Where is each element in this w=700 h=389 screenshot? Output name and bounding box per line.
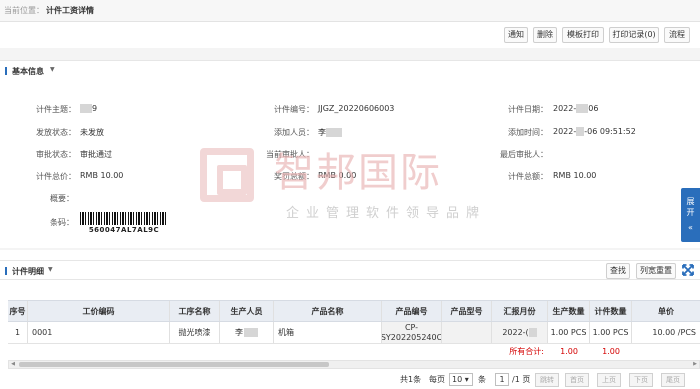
chevron-down-icon[interactable]: ▼: [50, 66, 55, 73]
table-header: 序号 工价编码 工序名称 生产人员 产品名称 产品编号 产品型号 汇报月份 生产…: [8, 300, 700, 322]
page-size-select[interactable]: 10 ▾: [449, 373, 473, 386]
table-summary-row: 所有合计: 1.00 1.00: [8, 344, 700, 358]
per-page-label: 每页: [429, 375, 445, 384]
page-total: /1 页: [512, 375, 531, 384]
breadcrumb-prefix: 当前位置：: [4, 6, 44, 15]
redacted-mask: [576, 104, 589, 113]
reset-column-width-button[interactable]: 列宽重置: [636, 263, 676, 279]
cell-product-no: CP- SY202205240C: [382, 322, 442, 343]
barcode-bars: [80, 212, 168, 225]
total-price-value: RMB 10.00: [80, 171, 124, 180]
expand-arrows-icon[interactable]: [681, 263, 695, 277]
redacted-mask: [326, 128, 342, 137]
total-price-label: 计件总价：: [36, 172, 76, 181]
detail-title: 计件明细: [12, 267, 44, 276]
barcode: 560047AL7AL9C: [80, 212, 168, 234]
col-process[interactable]: 工序名称: [170, 301, 220, 321]
first-page-button[interactable]: 首页: [565, 373, 589, 387]
col-worker[interactable]: 生产人员: [220, 301, 274, 321]
page-number-input[interactable]: 1: [495, 373, 509, 386]
number-value: JJGZ_20220606003: [318, 104, 395, 113]
total-count: 共1条: [400, 375, 422, 384]
cell-prod-qty: 1.00 PCS: [548, 322, 590, 343]
breadcrumb: 当前位置： 计件工资详情: [4, 5, 94, 16]
double-chevron-left-icon: «: [688, 223, 693, 232]
bonus-total-value: RMB 0.00: [318, 171, 357, 180]
col-piece-qty[interactable]: 计件数量: [590, 301, 632, 321]
detail-header[interactable]: 计件明细 ▼: [0, 260, 700, 280]
last-page-button[interactable]: 尾页: [661, 373, 685, 387]
add-time-label: 添加时间：: [508, 128, 548, 137]
adder-value: 李: [318, 127, 342, 138]
workflow-button[interactable]: 流程: [664, 27, 690, 43]
summary-prod-qty: 1.00: [560, 346, 578, 356]
bonus-total-label: 奖罚总额：: [274, 172, 314, 181]
col-month[interactable]: 汇报月份: [492, 301, 548, 321]
delete-button[interactable]: 删除: [533, 27, 557, 43]
col-index[interactable]: 序号: [8, 301, 28, 321]
notify-button[interactable]: 通知: [504, 27, 528, 43]
search-button[interactable]: 查找: [606, 263, 630, 279]
cell-piece-qty: 1.00 PCS: [590, 322, 632, 343]
summary-label: 所有合计:: [509, 346, 544, 356]
subject-value: 9: [80, 104, 97, 113]
number-label: 计件编号：: [274, 105, 314, 114]
send-status-label: 发放状态：: [36, 128, 76, 137]
horizontal-scrollbar[interactable]: ◀ ▶: [8, 360, 700, 369]
pagination: 共1条 每页 10 ▾ 条 1 /1 页 跳转 首页 上页 下页 尾页: [0, 371, 700, 389]
sum-value: RMB 10.00: [553, 171, 597, 180]
scroll-left-icon[interactable]: ◀: [9, 361, 17, 368]
cell-product: 机箱: [274, 322, 382, 343]
current-approver-label: 当前审批人：: [266, 150, 314, 159]
prev-page-button[interactable]: 上页: [597, 373, 621, 387]
action-toolbar: 通知 删除 模板打印 打印记录(0) 流程: [0, 22, 700, 48]
cell-price: 10.00 /PCS: [652, 328, 696, 337]
cell-month: 2022-(: [492, 322, 548, 343]
col-code[interactable]: 工价编码: [28, 301, 170, 321]
col-product[interactable]: 产品名称: [274, 301, 382, 321]
send-status-value: 未发放: [80, 128, 104, 137]
table-row[interactable]: 1 0001 抛光喷漆 李 机箱 CP- SY202205240C 2022-( …: [8, 322, 700, 344]
col-prod-qty[interactable]: 生产数量: [548, 301, 590, 321]
last-approver-label: 最后审批人：: [500, 150, 548, 159]
summary-piece-qty: 1.00: [602, 346, 620, 356]
jump-button[interactable]: 跳转: [535, 373, 559, 387]
adder-label: 添加人员：: [274, 128, 314, 137]
subject-label: 计件主题：: [36, 105, 76, 114]
side-expand-tab[interactable]: 展 开 «: [681, 188, 700, 242]
approve-status-label: 审批状态：: [36, 150, 76, 159]
page-title: 计件工资详情: [46, 6, 94, 15]
date-label: 计件日期：: [508, 105, 548, 114]
per-page-unit: 条: [478, 375, 486, 384]
basic-info-header[interactable]: 基本信息 ▼: [0, 60, 700, 80]
cell-index: 1: [8, 322, 28, 343]
basic-info-title: 基本信息: [12, 67, 44, 76]
approve-status-value: 审批通过: [80, 150, 112, 159]
section-marker: [5, 67, 7, 75]
cell-process: 抛光喷漆: [170, 322, 220, 343]
barcode-text: 560047AL7AL9C: [88, 226, 160, 234]
cell-worker: 李: [220, 322, 274, 343]
print-records-button[interactable]: 打印记录(0): [609, 27, 659, 43]
redacted-mask: [528, 328, 537, 337]
template-print-button[interactable]: 模板打印: [562, 27, 604, 43]
breadcrumb-bar: 当前位置： 计件工资详情: [0, 0, 700, 22]
cell-code: 0001: [28, 322, 170, 343]
add-time-value: 2022- -06 09:51:52: [553, 127, 636, 136]
col-product-no[interactable]: 产品编号: [382, 301, 442, 321]
chevron-down-icon[interactable]: ▼: [48, 266, 53, 273]
barcode-label: 条码：: [50, 218, 74, 227]
scrollbar-thumb[interactable]: [19, 362, 329, 367]
cell-model: [442, 322, 492, 343]
redacted-mask: [244, 328, 258, 337]
scroll-right-icon[interactable]: ▶: [691, 361, 699, 368]
overview-label: 概要：: [50, 194, 74, 203]
section-marker: [5, 267, 7, 275]
sum-label: 计件总额：: [508, 172, 548, 181]
next-page-button[interactable]: 下页: [629, 373, 653, 387]
col-model[interactable]: 产品型号: [442, 301, 492, 321]
redacted-mask: [80, 104, 92, 113]
col-price[interactable]: 单价: [632, 301, 700, 321]
date-value: 2022- 06: [553, 104, 599, 113]
